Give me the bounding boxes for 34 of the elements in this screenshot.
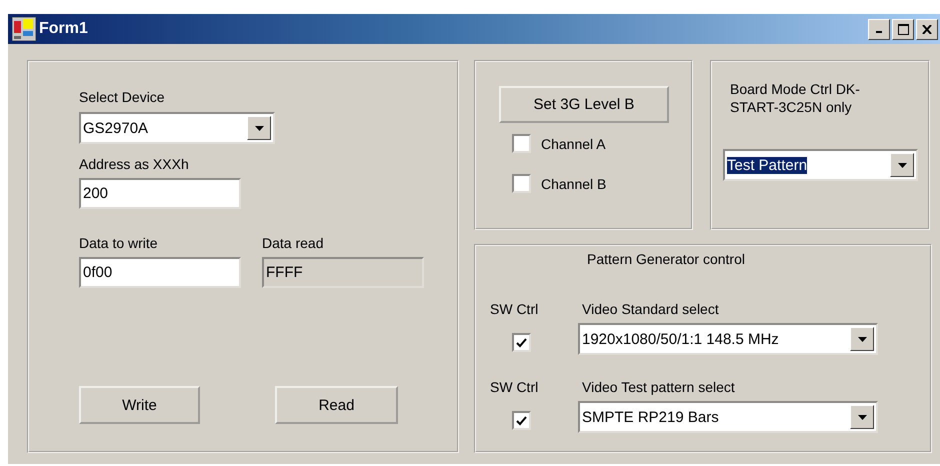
dropdown[interactable]: SMPTE RP219 Bars [578, 401, 878, 433]
field-label: Data to write [79, 234, 159, 252]
dropdown[interactable]: GS2970A [79, 112, 275, 144]
level-button[interactable]: Set 3G Level B [499, 86, 669, 123]
app-icon [12, 17, 36, 41]
checkbox[interactable] [512, 333, 531, 352]
maximize-icon[interactable] [892, 18, 914, 40]
checkbox[interactable] [512, 411, 531, 430]
field-label: Address as XXXh [79, 155, 189, 173]
dropdown[interactable]: Test Pattern [723, 149, 918, 181]
action-button[interactable]: Read [275, 386, 398, 424]
field-label: Select Device [79, 88, 165, 106]
field-label: Data read [262, 234, 324, 252]
field-label: START-3C25N only [730, 98, 853, 116]
check-icon [516, 338, 527, 348]
field-label: Board Mode Ctrl DK- [730, 80, 861, 98]
field-label: Video Standard select [582, 300, 720, 318]
selected-text: Test Pattern [727, 156, 808, 174]
check-icon [516, 416, 527, 426]
checkbox-label: SW Ctrl [490, 300, 538, 318]
action-button[interactable]: Write [79, 386, 200, 424]
group-title: Pattern Generator control [586, 250, 746, 268]
checkbox[interactable] [512, 134, 531, 153]
window-title: Form1 [39, 20, 89, 38]
dropdown[interactable]: 1920x1080/50/1:1 148.5 MHz [578, 323, 878, 355]
checkbox-label: SW Ctrl [490, 378, 538, 396]
input-field[interactable]: 0f00 [79, 257, 241, 288]
minimize-icon[interactable] [868, 18, 890, 40]
close-icon[interactable] [916, 18, 938, 40]
checkbox-label: Channel A [541, 134, 606, 152]
checkbox-label: Channel B [541, 174, 606, 192]
checkbox[interactable] [512, 174, 531, 193]
field-label: Video Test pattern select [582, 378, 736, 396]
input-field[interactable]: 200 [79, 178, 241, 209]
